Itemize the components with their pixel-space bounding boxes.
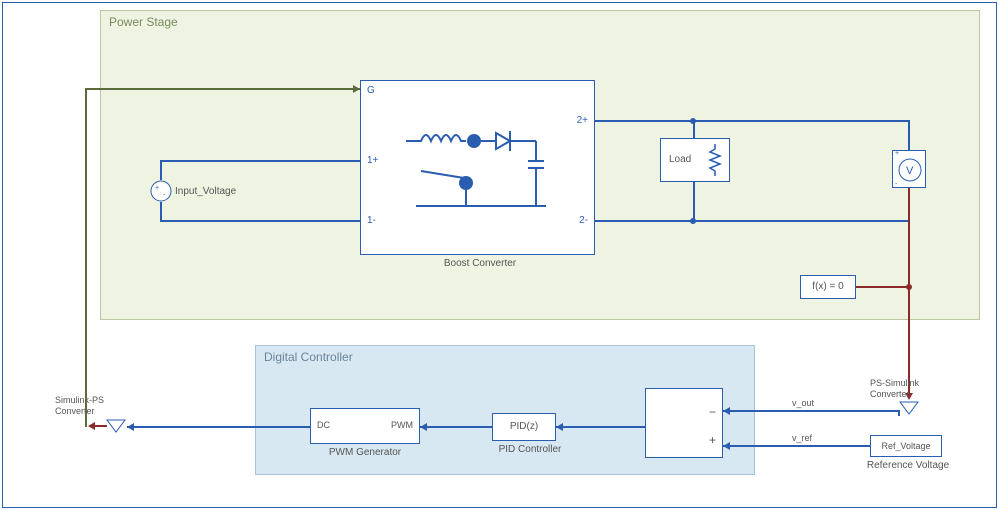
pwm-label: PWM Generator	[305, 447, 425, 458]
wire	[595, 220, 695, 222]
svg-text:V: V	[906, 165, 914, 177]
signal-vref: v_ref	[792, 433, 812, 443]
vs-plus: +	[895, 150, 899, 157]
load-block[interactable]: Load	[660, 138, 730, 182]
diagram-canvas: Power Stage Digital Controller + - Input…	[0, 0, 999, 510]
svg-text:+: +	[155, 185, 159, 192]
ref-voltage-block[interactable]: Ref_Voltage	[870, 435, 942, 457]
boost-converter-icon	[396, 111, 566, 231]
wire	[723, 445, 870, 447]
simulink-ps-label: Simulink-PS Converter	[55, 395, 135, 417]
wire	[160, 220, 360, 222]
wire	[898, 410, 900, 416]
wire	[695, 120, 910, 122]
arrow-icon	[127, 423, 134, 431]
wire	[556, 426, 645, 428]
voltage-sensor-block[interactable]: V + -	[892, 150, 926, 188]
arrow-icon	[420, 423, 427, 431]
ref-voltage-sublabel: Reference Voltage	[848, 460, 968, 471]
arrow-icon	[88, 422, 95, 430]
digital-controller-title: Digital Controller	[264, 350, 353, 364]
arrow-icon	[556, 423, 563, 431]
power-stage-title: Power Stage	[109, 15, 178, 29]
port-1n: 1-	[367, 215, 376, 226]
wire	[85, 88, 87, 427]
wire	[420, 426, 492, 428]
pwm-right: PWM	[391, 420, 413, 430]
wire	[160, 202, 162, 222]
wire	[127, 426, 310, 428]
wire	[85, 88, 360, 90]
wire	[908, 188, 910, 288]
wire	[595, 120, 695, 122]
ps-simulink-block[interactable]	[898, 400, 920, 416]
pid-label: PID Controller	[470, 444, 590, 455]
wire	[160, 160, 360, 162]
solver-block[interactable]: f(x) = 0	[800, 275, 856, 299]
pwm-block[interactable]: DC PWM	[310, 408, 420, 444]
boost-converter-block[interactable]: G 1+ 1- 2+ 2-	[360, 80, 595, 255]
resistor-icon	[707, 144, 723, 178]
voltmeter-icon: V	[897, 157, 923, 183]
wire	[693, 182, 695, 222]
boost-converter-label: Boost Converter	[420, 258, 540, 269]
port-1p: 1+	[367, 155, 378, 166]
sum-block[interactable]: − +	[645, 388, 723, 458]
wire	[908, 120, 910, 150]
wire	[695, 220, 910, 222]
ps-simulink-label: PS-Simulink Converter	[870, 378, 950, 400]
arrow-icon	[353, 85, 360, 93]
port-2n: 2-	[579, 215, 588, 226]
sum-minus: −	[709, 405, 716, 419]
arrow-icon	[723, 407, 730, 415]
input-voltage-label[interactable]: Input_Voltage	[175, 186, 295, 197]
load-label: Load	[669, 154, 691, 165]
port-g: G	[367, 85, 375, 96]
wire	[160, 160, 162, 180]
pwm-left: DC	[317, 420, 330, 430]
signal-vout: v_out	[792, 398, 814, 408]
wire	[95, 425, 107, 427]
vs-minus: -	[895, 181, 897, 188]
simulink-ps-block[interactable]	[105, 418, 127, 434]
pid-block[interactable]: PID(z)	[492, 413, 556, 441]
voltage-source-icon: + -	[150, 180, 172, 202]
wire	[723, 410, 900, 412]
sum-plus: +	[709, 433, 716, 447]
wire	[856, 286, 910, 288]
arrow-icon	[723, 442, 730, 450]
port-2p: 2+	[577, 115, 588, 126]
